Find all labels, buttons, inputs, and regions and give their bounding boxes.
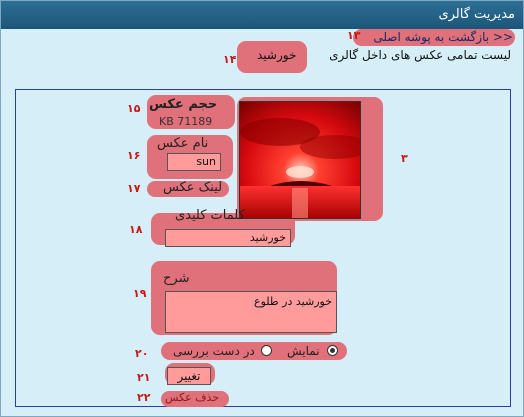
marker-14: ۱۴ bbox=[223, 53, 237, 66]
marker-16: ۱۶ bbox=[127, 149, 141, 162]
status-show-label: نمایش bbox=[287, 344, 320, 358]
photo-name-label: نام عکس bbox=[157, 136, 209, 151]
keywords-label: کلمات کلیدی bbox=[175, 208, 245, 223]
photo-name-input[interactable]: sun bbox=[167, 153, 221, 171]
marker-21: ۲۱ bbox=[137, 371, 151, 384]
photo-thumbnail[interactable] bbox=[239, 101, 361, 219]
marker-13: ۱۳ bbox=[347, 29, 361, 42]
status-show-radio[interactable] bbox=[327, 345, 338, 356]
marker-15: ۱۵ bbox=[127, 102, 141, 115]
keywords-input[interactable]: خورشید bbox=[165, 229, 291, 247]
marker-18: ۱۸ bbox=[129, 223, 143, 236]
gallery-list-subtitle: لیست تمامی عکس های داخل گالری bbox=[329, 48, 511, 62]
change-button[interactable]: تغییر bbox=[167, 367, 211, 385]
description-textarea[interactable]: خورشید در طلوع bbox=[165, 291, 337, 333]
marker-20: ۲۰ bbox=[135, 347, 149, 360]
marker-19: ۱۹ bbox=[133, 287, 147, 300]
window-titlebar: مدیریت گالری bbox=[1, 1, 523, 29]
description-label: شرح bbox=[163, 271, 190, 286]
marker-17: ۱۷ bbox=[127, 182, 141, 195]
radio-selected-dot bbox=[330, 348, 335, 353]
window-title: مدیریت گالری bbox=[438, 7, 515, 22]
gallery-window: مدیریت گالری << بازگشت به پوشه اصلی لیست… bbox=[0, 0, 524, 417]
marker-22: ۲۲ bbox=[137, 391, 151, 404]
status-review-label: در دست بررسی bbox=[173, 344, 255, 358]
delete-photo-link[interactable]: حذف عکس bbox=[165, 391, 219, 404]
back-to-main-folder-link[interactable]: << بازگشت به پوشه اصلی bbox=[373, 30, 513, 44]
photo-size-value: KB 71189 bbox=[159, 115, 213, 128]
sunrise-image bbox=[240, 102, 360, 218]
photo-size-label: حجم عکس bbox=[149, 97, 218, 112]
marker-3: ۳ bbox=[401, 152, 408, 165]
photo-link-label[interactable]: لینک عکس bbox=[163, 180, 222, 195]
status-review-radio[interactable] bbox=[261, 345, 272, 356]
gallery-name[interactable]: خورشید bbox=[257, 48, 296, 62]
